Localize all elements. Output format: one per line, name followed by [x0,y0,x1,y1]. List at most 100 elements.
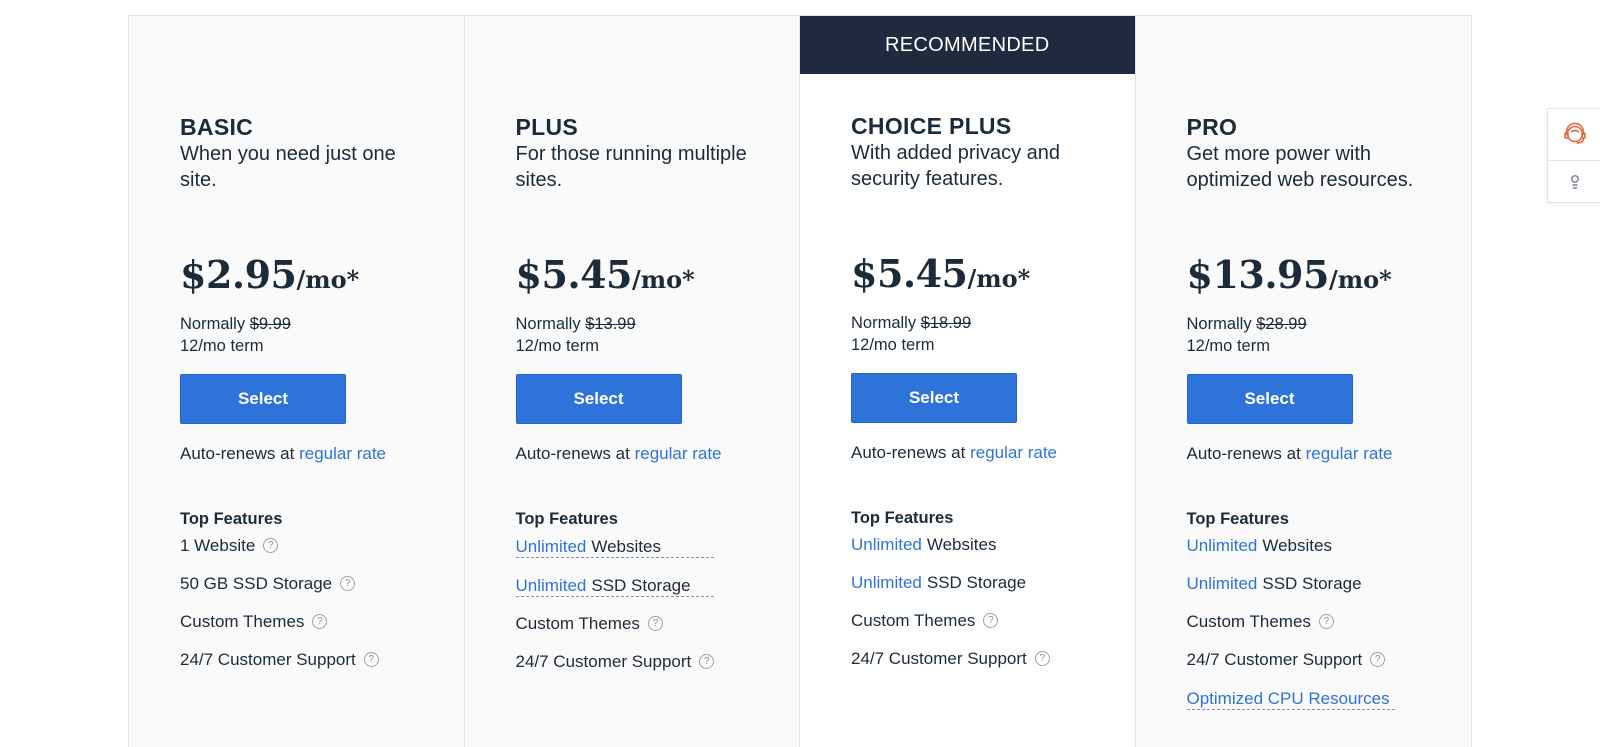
plan-term: 12/mo term [851,336,935,354]
feature-cpu[interactable]: Optimized CPU Resources [1186,688,1395,710]
help-icon[interactable]: ? [1370,652,1386,667]
feature-list: 1 Website ? 50 GB SSD Storage ? Custom T… [180,536,379,688]
select-button[interactable]: Select [515,374,682,424]
lightbulb-button[interactable] [1548,161,1600,203]
help-icon[interactable]: ? [647,616,663,631]
autorenew-note: Auto-renews at regular rate [180,444,386,464]
plan-price: $2.95/mo* [180,252,359,297]
normal-price-info: Normally $18.99 12/mo term [851,312,971,356]
help-icon[interactable]: ? [263,538,279,553]
feature-text: Websites [591,536,661,556]
regular-rate-link[interactable]: regular rate [299,444,386,463]
help-icon[interactable]: ? [983,613,999,628]
feature-text: SSD Storage [591,575,691,595]
normal-price: $13.99 [585,315,636,333]
feature-highlight: Unlimited [1186,573,1258,593]
plan-description: With added privacy and security features… [851,142,1061,190]
normally-label: Normally [1186,315,1252,333]
plan-name: PLUS [515,114,579,140]
autorenew-text: Auto-renews at [180,444,295,463]
feature-text: 1 Website [180,535,256,555]
plan-price: $5.45/mo* [851,251,1030,296]
plan-term: 12/mo term [515,337,599,355]
chat-button[interactable] [1548,109,1600,161]
side-widget [1547,108,1600,203]
help-icon[interactable]: ? [1034,651,1050,666]
feature-highlight: Unlimited [515,575,587,595]
feature-highlight: Unlimited [1186,535,1258,555]
feature-websites: Unlimited Websites [1187,536,1395,555]
plan-description: When you need just one site. [180,143,396,191]
regular-rate-link[interactable]: regular rate [1306,444,1393,463]
price-period: /mo* [1328,265,1392,294]
plan-pro: PRO Get more power with optimized web re… [1136,16,1472,747]
price-period: /mo* [632,265,695,294]
price-period: /mo* [967,264,1031,293]
autorenew-note: Auto-renews at regular rate [851,443,1057,463]
plan-name: BASIC [180,114,254,140]
help-icon[interactable]: ? [363,652,379,667]
price-period: /mo* [296,265,360,294]
regular-rate-link[interactable]: regular rate [635,444,722,463]
help-icon[interactable]: ? [699,654,715,669]
feature-themes: Custom Themes ? [1187,612,1395,631]
feature-websites: Unlimited Websites [851,535,1050,554]
help-icon[interactable]: ? [312,614,328,629]
feature-highlight: Unlimited [851,534,922,554]
chat-agent-icon [1563,122,1586,144]
feature-list: Unlimited Websites Unlimited SSD Storage… [515,536,715,690]
select-button[interactable]: Select [1186,374,1353,424]
feature-text: 50 GB SSD Storage [180,573,333,593]
price-amount: $13.95 [1186,252,1330,297]
feature-themes: Custom Themes ? [516,614,715,633]
help-icon[interactable]: ? [1318,614,1334,629]
feature-websites[interactable]: Unlimited Websites [515,536,715,558]
features-title: Top Features [1186,510,1289,528]
select-button[interactable]: Select [851,373,1017,423]
feature-text: Websites [926,534,997,554]
feature-text: Custom Themes [180,611,305,631]
feature-text: SSD Storage [1262,573,1362,593]
feature-text: 24/7 Customer Support [1186,649,1363,669]
feature-text: 24/7 Customer Support [851,648,1027,668]
plan-plus: PLUS For those running multiple sites. $… [465,16,800,747]
autorenew-note: Auto-renews at regular rate [516,444,722,464]
feature-support: 24/7 Customer Support ? [180,650,379,669]
plan-price: $5.45/mo* [516,252,695,297]
features-title: Top Features [180,510,283,528]
price-amount: $5.45 [851,251,968,296]
select-button[interactable]: Select [180,374,346,424]
feature-text: Websites [1262,535,1332,555]
plan-term: 12/mo term [180,337,264,355]
features-title: Top Features [515,510,618,528]
feature-text: Custom Themes [851,610,976,630]
plan-price: $13.95/mo* [1187,252,1392,297]
plan-description: Get more power with optimized web resour… [1186,143,1414,191]
normal-price-info: Normally $13.99 12/mo term [516,313,636,357]
normal-price-info: Normally $9.99 12/mo term [180,313,291,357]
normal-price: $18.99 [920,314,972,332]
plan-basic: BASIC When you need just one site. $2.95… [129,16,465,747]
help-icon[interactable]: ? [340,576,356,591]
normally-label: Normally [515,315,581,333]
feature-support: 24/7 Customer Support ? [851,649,1050,668]
feature-highlight: Unlimited [515,536,587,556]
recommended-banner: RECOMMENDED [800,16,1135,74]
feature-websites: 1 Website ? [180,536,379,555]
feature-themes: Custom Themes ? [851,611,1050,630]
plan-description: For those running multiple sites. [515,143,747,191]
feature-list: Unlimited Websites Unlimited SSD Storage… [1186,536,1395,727]
feature-list: Unlimited Websites Unlimited SSD Storage… [851,535,1050,687]
normally-label: Normally [180,315,246,333]
feature-highlight: Optimized CPU Resources [1186,688,1390,708]
plan-name: CHOICE PLUS [851,113,1012,139]
normal-price: $28.99 [1256,315,1307,333]
feature-highlight: Unlimited [851,572,922,592]
feature-storage[interactable]: Unlimited SSD Storage [515,575,715,597]
feature-text: Custom Themes [1186,611,1311,631]
feature-text: Custom Themes [515,613,640,633]
price-amount: $5.45 [515,252,633,297]
normal-price: $9.99 [249,315,291,333]
regular-rate-link[interactable]: regular rate [970,443,1057,462]
feature-storage: Unlimited SSD Storage [851,573,1050,592]
